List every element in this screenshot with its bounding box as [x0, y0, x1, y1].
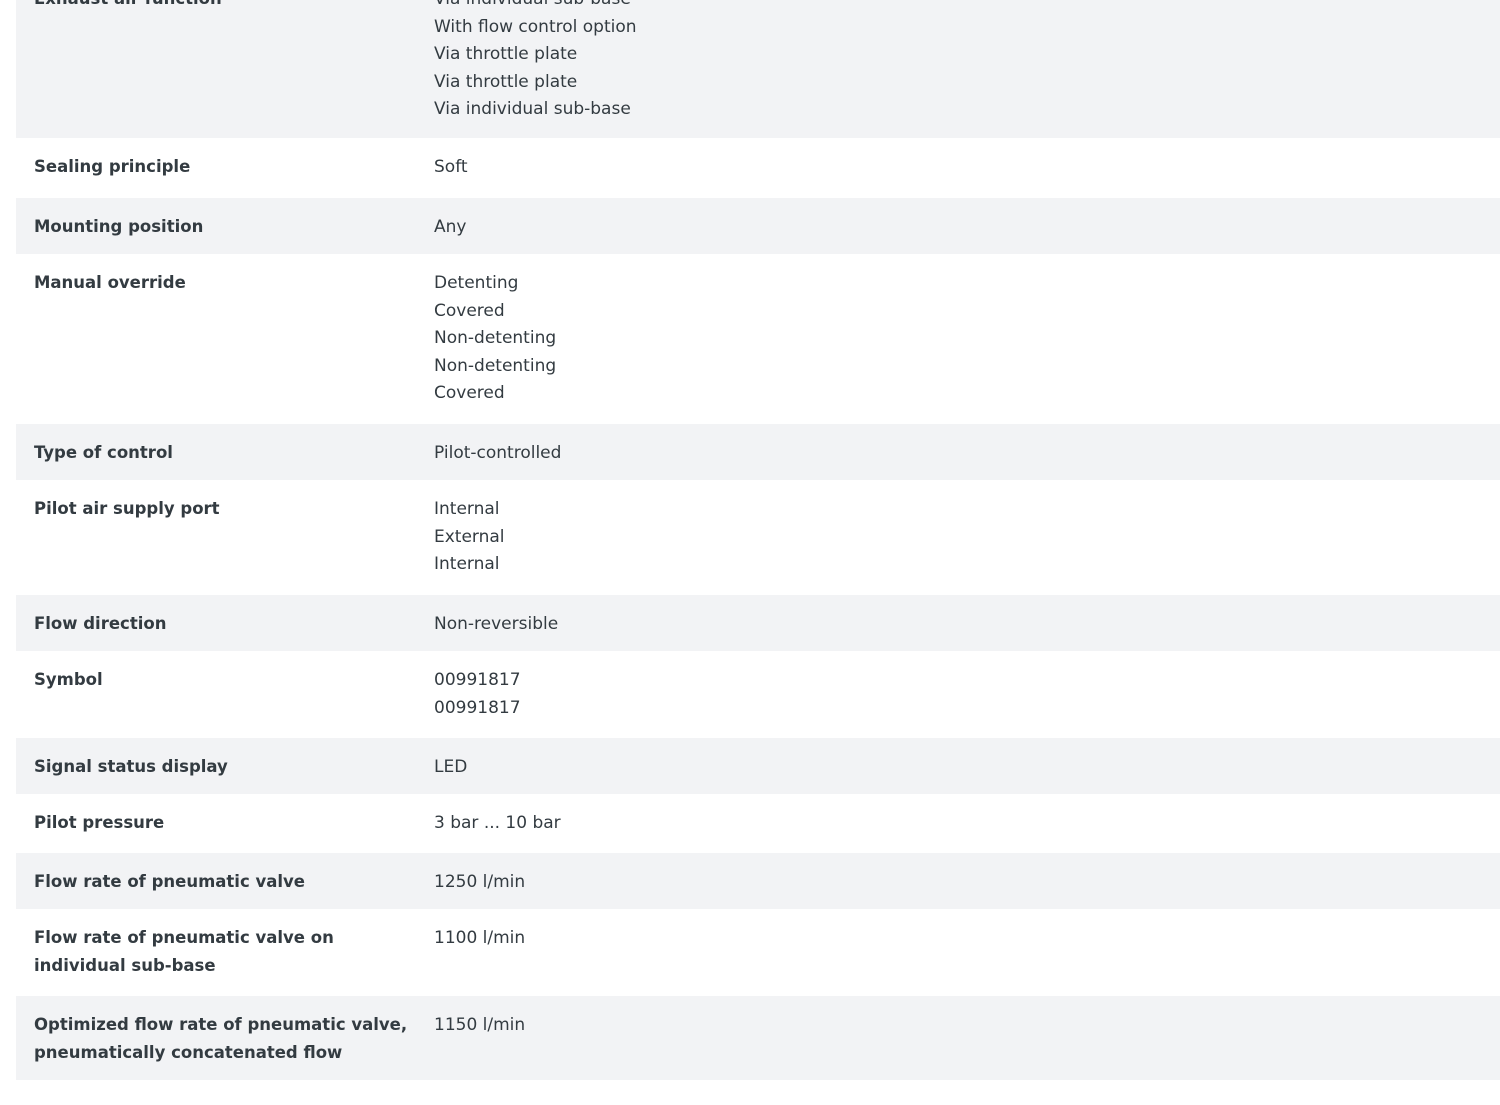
spec-values: 1150 l/min: [434, 1011, 1500, 1040]
spec-value: LED: [434, 757, 468, 777]
spec-row-flow-direction: Flow direction Non-reversible: [16, 595, 1500, 651]
spec-label: Signal status display: [34, 757, 228, 776]
spec-value: Internal: [434, 499, 500, 519]
spec-values: 00991817 00991817: [434, 666, 1500, 722]
spec-value: Non-reversible: [434, 614, 559, 634]
spec-value: Non-detenting: [434, 328, 557, 349]
spec-label: Sealing principle: [34, 157, 191, 176]
spec-row-type-of-control: Type of control Pilot-controlled: [16, 424, 1500, 480]
spec-label: Flow rate of pneumatic valve on individu…: [34, 928, 334, 975]
spec-value: Via individual sub-base: [434, 0, 1500, 14]
spec-table: Exhaust air function Via individual sub-…: [16, 0, 1500, 1080]
spec-value: Internal: [434, 554, 500, 575]
spec-row-manual-override: Manual override Detenting Covered Non-de…: [16, 254, 1500, 424]
spec-row-symbol: Symbol 00991817 00991817: [16, 651, 1500, 738]
spec-value: 1100 l/min: [434, 928, 526, 948]
spec-value: 00991817: [434, 697, 521, 718]
spec-values: Internal External Internal: [434, 495, 1500, 579]
spec-value: Pilot-controlled: [434, 443, 562, 463]
spec-label: Optimized flow rate of pneumatic valve, …: [34, 1015, 408, 1062]
spec-label: Manual override: [34, 273, 186, 292]
spec-values: 1250 l/min: [434, 868, 1500, 897]
spec-row-optimized-flow-rate: Optimized flow rate of pneumatic valve, …: [16, 996, 1500, 1080]
spec-value: Non-detenting: [434, 355, 557, 376]
spec-values: Detenting Covered Non-detenting Non-dete…: [434, 269, 1500, 408]
spec-value: Via individual sub-base: [434, 99, 631, 120]
spec-row-pilot-pressure: Pilot pressure 3 bar ... 10 bar: [16, 794, 1500, 853]
spec-value: Any: [434, 217, 467, 237]
spec-value: Via throttle plate: [434, 71, 578, 92]
spec-value: Via throttle plate: [434, 44, 578, 65]
spec-values: Any: [434, 213, 1500, 242]
spec-value: External: [434, 526, 505, 547]
spec-value: Soft: [434, 157, 468, 177]
spec-value: Detenting: [434, 273, 519, 293]
spec-label: Symbol: [34, 670, 103, 689]
spec-row-pilot-air-supply-port: Pilot air supply port Internal External …: [16, 480, 1500, 595]
spec-label: Exhaust air function: [16, 0, 434, 13]
spec-value: 1250 l/min: [434, 872, 526, 892]
spec-label: Type of control: [34, 443, 173, 462]
spec-label: Flow rate of pneumatic valve: [34, 872, 305, 891]
spec-label: Flow direction: [34, 614, 167, 633]
spec-row-flow-rate-individual-sub-base: Flow rate of pneumatic valve on individu…: [16, 909, 1500, 996]
spec-values: Soft: [434, 153, 1500, 182]
spec-value: With flow control option: [434, 16, 637, 37]
spec-row-signal-status-display: Signal status display LED: [16, 738, 1500, 794]
spec-value: 1150 l/min: [434, 1015, 526, 1035]
spec-row-sealing-principle: Sealing principle Soft: [16, 138, 1500, 198]
spec-label: Mounting position: [34, 217, 204, 236]
spec-value: 00991817: [434, 670, 521, 690]
spec-values: LED: [434, 753, 1500, 782]
spec-row-exhaust-air-function: Exhaust air function Via individual sub-…: [16, 0, 1500, 138]
spec-values: 1100 l/min: [434, 924, 1500, 953]
spec-label: Pilot air supply port: [34, 499, 220, 518]
spec-values: Non-reversible: [434, 610, 1500, 639]
spec-value: 3 bar ... 10 bar: [434, 813, 561, 833]
spec-row-mounting-position: Mounting position Any: [16, 198, 1500, 254]
spec-row-flow-rate: Flow rate of pneumatic valve 1250 l/min: [16, 853, 1500, 909]
spec-values: 3 bar ... 10 bar: [434, 809, 1500, 838]
spec-label: Pilot pressure: [34, 813, 165, 832]
spec-value: Covered: [434, 383, 505, 404]
spec-values: Pilot-controlled: [434, 439, 1500, 468]
spec-value: Covered: [434, 300, 505, 321]
spec-values: Via individual sub-base With flow contro…: [434, 0, 1500, 124]
